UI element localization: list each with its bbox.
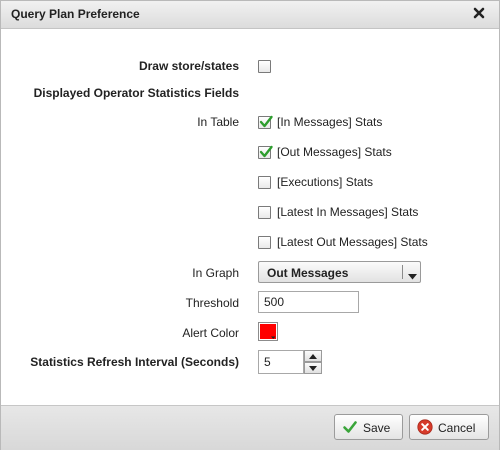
chevron-down-icon [408, 269, 417, 283]
in-graph-select[interactable]: Out Messages [258, 261, 421, 283]
latest-out-messages-stats-label: [Latest Out Messages] Stats [277, 235, 428, 249]
cancel-button-label: Cancel [438, 421, 476, 435]
in-table-label: In Table [197, 115, 239, 129]
alert-color-picker[interactable] [258, 322, 278, 341]
executions-stats-label: [Executions] Stats [277, 175, 374, 189]
query-plan-preference-dialog: Query Plan Preference Draw store/states … [0, 0, 500, 450]
arrow-down-icon [309, 366, 317, 371]
in-messages-stats-label: [In Messages] Stats [277, 115, 383, 129]
arrow-up-icon [309, 354, 317, 359]
latest-in-messages-stats-checkbox[interactable] [258, 206, 271, 219]
statistics-refresh-interval-label: Statistics Refresh Interval (Seconds) [30, 355, 239, 369]
threshold-label: Threshold [185, 296, 239, 310]
stepper-down-button[interactable] [304, 362, 322, 374]
stepper-up-button[interactable] [304, 350, 322, 362]
save-button-label: Save [363, 421, 391, 435]
close-icon[interactable] [471, 5, 487, 21]
select-divider [402, 265, 403, 279]
checkmark-icon [259, 115, 273, 128]
dialog-titlebar: Query Plan Preference [1, 1, 499, 29]
refresh-interval-input[interactable] [258, 350, 304, 374]
refresh-interval-stepper [304, 350, 322, 374]
in-graph-selected-value: Out Messages [267, 266, 349, 280]
latest-out-messages-stats-checkbox[interactable] [258, 236, 271, 249]
checkmark-icon [259, 145, 273, 158]
executions-stats-checkbox[interactable] [258, 176, 271, 189]
threshold-input[interactable] [258, 291, 359, 313]
save-button[interactable]: Save [334, 414, 403, 440]
latest-in-messages-stats-label: [Latest In Messages] Stats [277, 205, 419, 219]
in-graph-label: In Graph [192, 266, 239, 280]
out-messages-stats-checkbox[interactable] [258, 145, 273, 159]
displayed-operator-statistics-fields-label: Displayed Operator Statistics Fields [33, 86, 239, 100]
cancel-button[interactable]: Cancel [409, 414, 489, 440]
alert-color-label: Alert Color [182, 326, 239, 340]
draw-store-states-label: Draw store/states [138, 59, 239, 73]
cancel-icon [417, 419, 433, 438]
in-messages-stats-checkbox[interactable] [258, 115, 273, 129]
checkmark-icon [342, 419, 358, 438]
out-messages-stats-label: [Out Messages] Stats [277, 145, 392, 159]
dialog-title: Query Plan Preference [11, 7, 140, 21]
draw-store-states-checkbox[interactable] [258, 60, 271, 73]
